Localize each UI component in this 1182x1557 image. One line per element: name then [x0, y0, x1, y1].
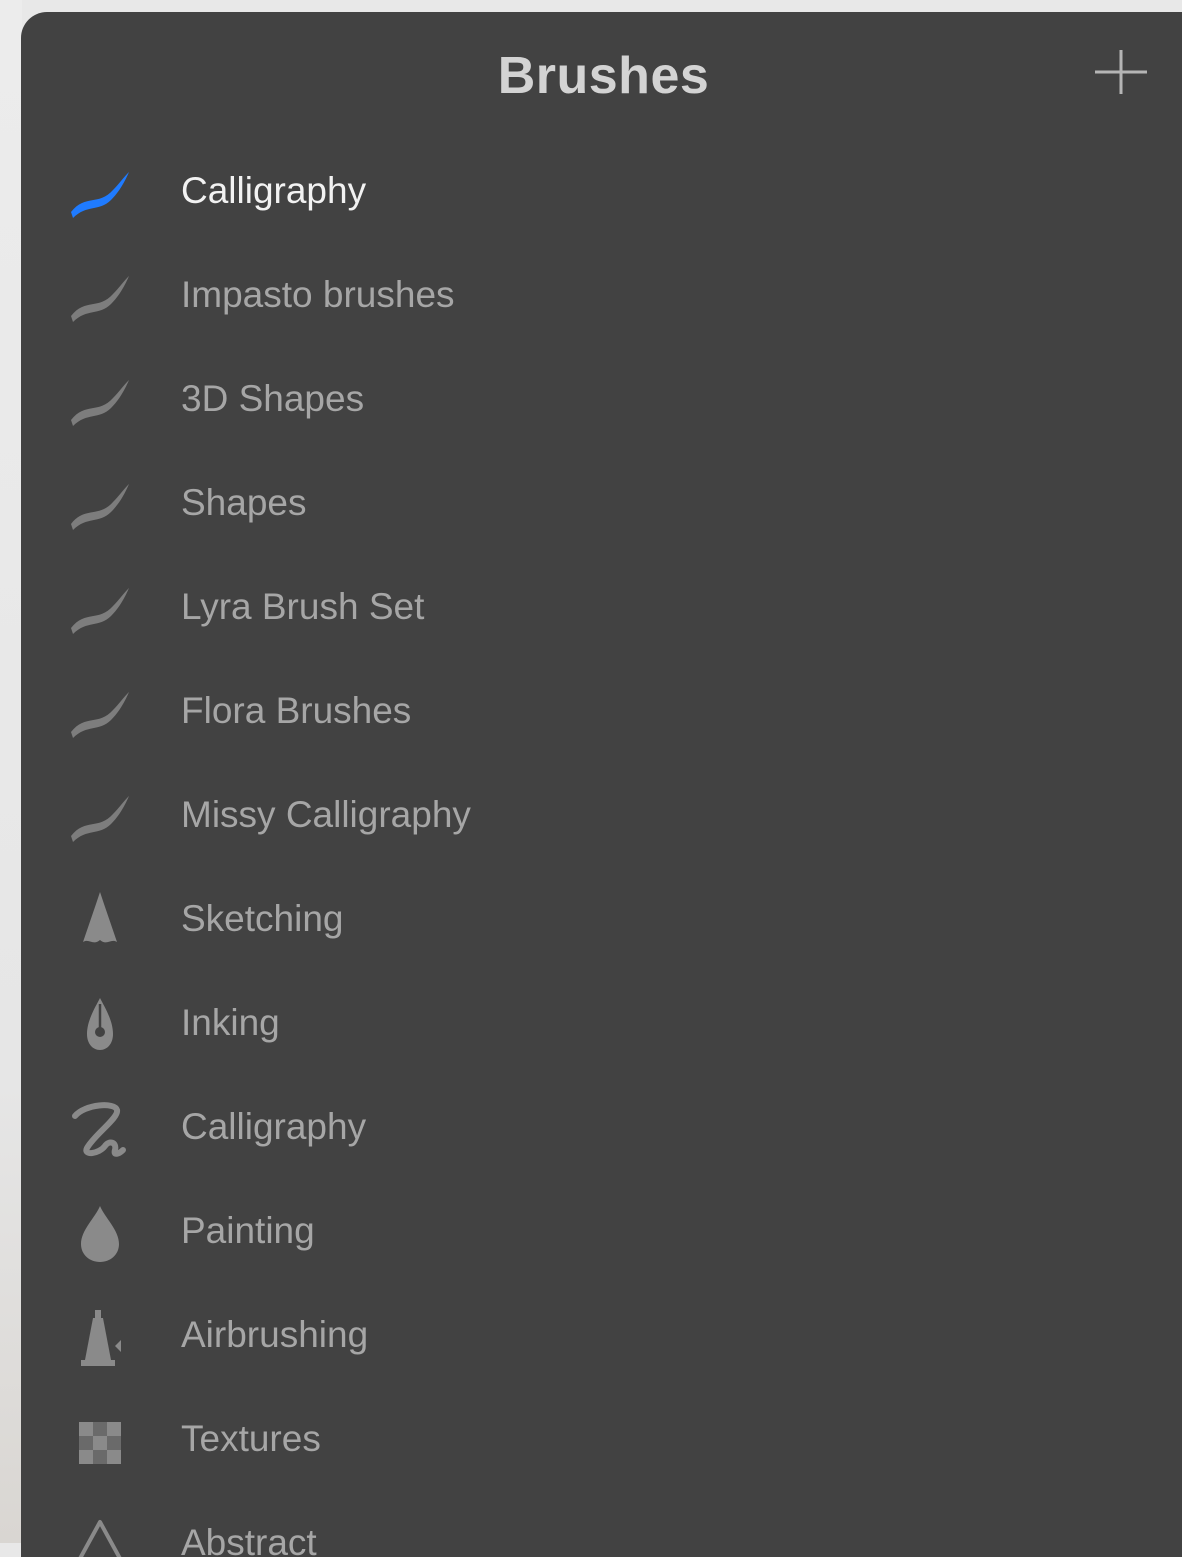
triangle-icon	[65, 1512, 135, 1557]
brush-set-label: Painting	[181, 1210, 315, 1251]
brush-set-label: Calligraphy	[181, 170, 367, 211]
brush-set-label: Inking	[181, 1002, 280, 1043]
pen-nib-icon	[65, 992, 135, 1062]
brush-stroke-icon	[65, 472, 135, 542]
brush-stroke-icon	[65, 264, 135, 334]
brush-set-item-calligraphy-builtin[interactable]: Calligraphy	[21, 1078, 1182, 1182]
brush-set-item-abstract[interactable]: Abstract	[21, 1494, 1182, 1557]
brush-set-label: 3D Shapes	[181, 378, 365, 419]
brush-set-label: Shapes	[181, 482, 307, 523]
script-z-icon	[65, 1096, 135, 1166]
brush-stroke-icon	[65, 160, 135, 230]
brush-set-item-calligraphy[interactable]: Calligraphy	[21, 142, 1182, 246]
brush-stroke-icon	[65, 784, 135, 854]
page-title: Brushes	[497, 47, 710, 105]
checker-texture-icon	[65, 1408, 135, 1478]
brush-set-label: Sketching	[181, 898, 344, 939]
brush-set-item-flora[interactable]: Flora Brushes	[21, 662, 1182, 766]
brush-set-label: Airbrushing	[181, 1314, 369, 1355]
brush-set-label: Missy Calligraphy	[181, 794, 471, 835]
brush-set-label: Impasto brushes	[181, 274, 455, 315]
brush-set-item-painting[interactable]: Painting	[21, 1182, 1182, 1286]
brush-set-item-airbrushing[interactable]: Airbrushing	[21, 1286, 1182, 1390]
brush-set-item-lyra[interactable]: Lyra Brush Set	[21, 558, 1182, 662]
brush-set-label: Lyra Brush Set	[181, 586, 425, 627]
brush-set-label: Flora Brushes	[181, 690, 412, 731]
pencil-tip-icon	[65, 888, 135, 958]
brush-set-list: Calligraphy Impasto brushes 3D Shapes Sh…	[21, 142, 1182, 1557]
popover-arrow	[593, 12, 669, 26]
brush-set-label: Abstract	[181, 1522, 317, 1557]
brush-set-label: Calligraphy	[181, 1106, 367, 1147]
brush-stroke-icon	[65, 576, 135, 646]
add-brush-set-button[interactable]	[1091, 42, 1151, 102]
airbrush-icon	[65, 1304, 135, 1374]
brush-stroke-icon	[65, 368, 135, 438]
plus-icon	[1095, 50, 1147, 94]
brush-set-item-shapes[interactable]: Shapes	[21, 454, 1182, 558]
background-canvas	[0, 0, 22, 1543]
brush-set-item-impasto[interactable]: Impasto brushes	[21, 246, 1182, 350]
brushes-popover: Brushes Calligraphy Impasto brushes 3D S…	[21, 12, 1182, 1557]
brush-set-item-3d-shapes[interactable]: 3D Shapes	[21, 350, 1182, 454]
brush-set-label: Textures	[181, 1418, 321, 1459]
brush-set-item-sketching[interactable]: Sketching	[21, 870, 1182, 974]
paint-drop-icon	[65, 1200, 135, 1270]
brush-set-item-inking[interactable]: Inking	[21, 974, 1182, 1078]
brush-set-item-missy-calligraphy[interactable]: Missy Calligraphy	[21, 766, 1182, 870]
brush-stroke-icon	[65, 680, 135, 750]
brush-set-item-textures[interactable]: Textures	[21, 1390, 1182, 1494]
